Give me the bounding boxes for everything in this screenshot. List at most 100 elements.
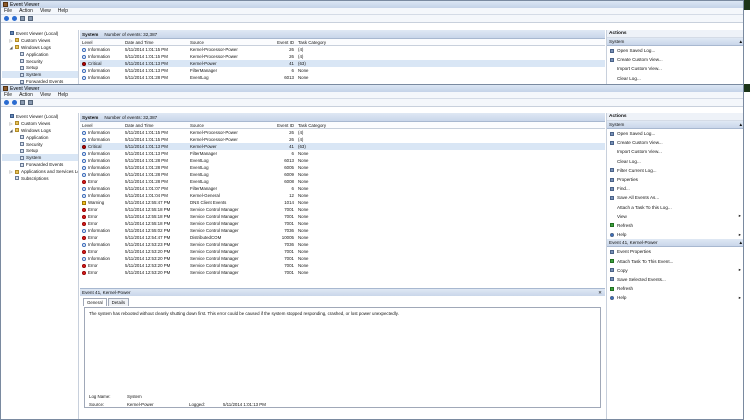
table-row[interactable]: Information 5/11/2014 1:01:15 PM Kernel-Pr… (80, 53, 605, 60)
action-item[interactable]: Save Selected Events... (607, 275, 743, 284)
table-row[interactable]: Information 5/11/2014 1:01:07 PM FilterMan… (80, 185, 605, 192)
collapse-icon[interactable]: ▲ (738, 122, 743, 127)
action-item[interactable]: Copy ▸ (607, 266, 743, 275)
table-row[interactable]: Information 5/11/2014 1:01:28 PM EventLog 6… (80, 164, 605, 171)
action-item[interactable]: Attach a Task To this Log... (607, 203, 743, 212)
action-item[interactable]: Help ▸ (607, 230, 743, 239)
menu-help[interactable]: Help (58, 92, 68, 98)
close-icon[interactable]: ✕ (598, 290, 602, 296)
table-row[interactable]: Information 5/11/2014 12:55:02 PM Service … (80, 227, 605, 234)
table-row[interactable]: Error 5/11/2014 12:55:18 PM Service Contro… (80, 213, 605, 220)
action-item[interactable]: Properties (607, 175, 743, 184)
column-event-id[interactable]: Event ID (274, 123, 296, 128)
tree-item[interactable]: Subscriptions (2, 175, 78, 182)
table-row[interactable]: Error 5/11/2014 12:53:20 PM Service Contro… (80, 269, 605, 276)
tree-item[interactable]: ▷ Applications and Services Lo (2, 168, 78, 175)
menu-file[interactable]: File (4, 92, 12, 98)
action-item[interactable]: Create Custom View... (607, 55, 743, 64)
column-event-id[interactable]: Event ID (274, 40, 296, 45)
action-item[interactable]: Help ▸ (607, 293, 743, 302)
title-bar[interactable]: Event Viewer (1, 1, 743, 8)
expand-arrow-icon[interactable]: ▷ (9, 38, 13, 43)
forward-icon[interactable] (12, 100, 17, 105)
tree-item[interactable]: ◢ Windows Logs (2, 44, 78, 51)
table-row[interactable]: Information 5/11/2014 12:53:20 PM Service … (80, 255, 605, 262)
column-level[interactable]: Level (80, 40, 125, 45)
action-item[interactable]: Event Properties (607, 247, 743, 256)
action-item[interactable]: Refresh (607, 221, 743, 230)
actions-section-event[interactable]: Event 41, Kernel-Power ▲ (607, 239, 743, 248)
tree-item[interactable]: System (2, 71, 78, 79)
help-icon[interactable] (28, 16, 33, 21)
table-row[interactable]: Critical 5/11/2014 1:01:13 PM Kernel-Power… (80, 60, 605, 67)
back-icon[interactable] (4, 100, 9, 105)
table-row[interactable]: Information 5/11/2014 1:01:28 PM EventLog 6… (80, 171, 605, 178)
menu-view[interactable]: View (40, 92, 51, 98)
table-row[interactable]: Warning 5/11/2014 12:55:47 PM DNS Client E… (80, 199, 605, 206)
expand-arrow-icon[interactable]: ▷ (9, 121, 13, 126)
action-item[interactable]: Save All Events As... (607, 193, 743, 202)
expand-arrow-icon[interactable]: ◢ (9, 45, 13, 50)
action-item[interactable]: Open Saved Log... (607, 46, 743, 55)
tree-item[interactable]: Forwarded Events (2, 161, 78, 168)
tree-item[interactable]: Event Viewer (Local) (2, 30, 78, 37)
tree-item[interactable]: Setup (2, 147, 78, 154)
menu-view[interactable]: View (40, 8, 51, 14)
tree-item[interactable]: ▷ Custom Views (2, 120, 78, 127)
menu-action[interactable]: Action (19, 92, 33, 98)
action-item[interactable]: View ▸ (607, 212, 743, 221)
table-row[interactable]: Information 5/11/2014 1:01:04 PM Kernel-Ge… (80, 192, 605, 199)
tree-item[interactable]: Application (2, 51, 78, 58)
table-row[interactable]: Critical 5/11/2014 1:01:13 PM Kernel-Power… (80, 143, 605, 150)
column-task-category[interactable]: Task Category (296, 40, 341, 45)
column-date-time[interactable]: Date and Time (125, 40, 190, 45)
table-row[interactable]: Information 5/11/2014 1:01:13 PM FilterMan… (80, 150, 605, 157)
tree-item[interactable]: System (2, 154, 78, 162)
action-item[interactable]: Clear Log... (607, 74, 743, 83)
column-date-time[interactable]: Date and Time (125, 123, 190, 128)
tree-item[interactable]: Application (2, 134, 78, 141)
tree-item[interactable]: Security (2, 141, 78, 148)
table-row[interactable]: Information 5/11/2014 1:01:15 PM Kernel-Pr… (80, 129, 605, 136)
collapse-icon[interactable]: ▲ (738, 240, 743, 245)
show-tree-icon[interactable] (20, 100, 25, 105)
expand-arrow-icon[interactable]: ◢ (9, 128, 13, 133)
table-row[interactable]: Information 5/11/2014 1:01:15 PM Kernel-Pr… (80, 46, 605, 53)
table-row[interactable]: Error 5/11/2014 12:54:47 PM DistributedCOM… (80, 234, 605, 241)
menu-help[interactable]: Help (58, 8, 68, 14)
action-item[interactable]: Open Saved Log... (607, 129, 743, 138)
tab-general[interactable]: General (83, 298, 107, 306)
menu-action[interactable]: Action (19, 8, 33, 14)
actions-section-system[interactable]: System ▲ (607, 38, 743, 46)
table-row[interactable]: Information 5/11/2014 1:01:15 PM Kernel-Pr… (80, 136, 605, 143)
table-row[interactable]: Information 5/11/2014 12:53:23 PM Service … (80, 241, 605, 248)
tree-item[interactable]: Setup (2, 64, 78, 71)
table-row[interactable]: Error 5/11/2014 12:53:20 PM Service Contro… (80, 248, 605, 255)
show-tree-icon[interactable] (20, 16, 25, 21)
column-task-category[interactable]: Task Category (296, 123, 341, 128)
table-row[interactable]: Error 5/11/2014 12:53:20 PM Service Contro… (80, 262, 605, 269)
action-item[interactable]: Attach Task To This Event... (607, 256, 743, 265)
action-item[interactable]: Import Custom View... (607, 64, 743, 73)
tab-details[interactable]: Details (107, 298, 130, 306)
table-row[interactable]: Information 5/11/2014 1:01:28 PM EventLog 6… (80, 157, 605, 164)
actions-section-system[interactable]: System ▲ (607, 121, 743, 129)
action-item[interactable]: Import Custom View... (607, 147, 743, 156)
action-item[interactable]: Clear Log... (607, 157, 743, 166)
back-icon[interactable] (4, 16, 9, 21)
table-row[interactable]: Error 5/11/2014 1:01:28 PM EventLog 6008 Non… (80, 178, 605, 185)
table-row[interactable]: Information 5/11/2014 1:01:13 PM FilterMan… (80, 67, 605, 74)
table-row[interactable]: Error 5/11/2014 12:55:18 PM Service Contro… (80, 206, 605, 213)
menu-file[interactable]: File (4, 8, 12, 14)
collapse-icon[interactable]: ▲ (738, 39, 743, 44)
tree-item[interactable]: ◢ Windows Logs (2, 127, 78, 134)
action-item[interactable]: Refresh (607, 284, 743, 293)
tree-item[interactable]: Security (2, 58, 78, 65)
column-source[interactable]: Source (190, 40, 274, 45)
tree-item[interactable]: Event Viewer (Local) (2, 113, 78, 120)
tree-item[interactable]: ▷ Custom Views (2, 37, 78, 44)
table-row[interactable]: Error 5/11/2014 12:55:18 PM Service Contro… (80, 220, 605, 227)
action-item[interactable]: Filter Current Log... (607, 166, 743, 175)
help-icon[interactable] (28, 100, 33, 105)
title-bar[interactable]: Event Viewer (1, 85, 743, 92)
